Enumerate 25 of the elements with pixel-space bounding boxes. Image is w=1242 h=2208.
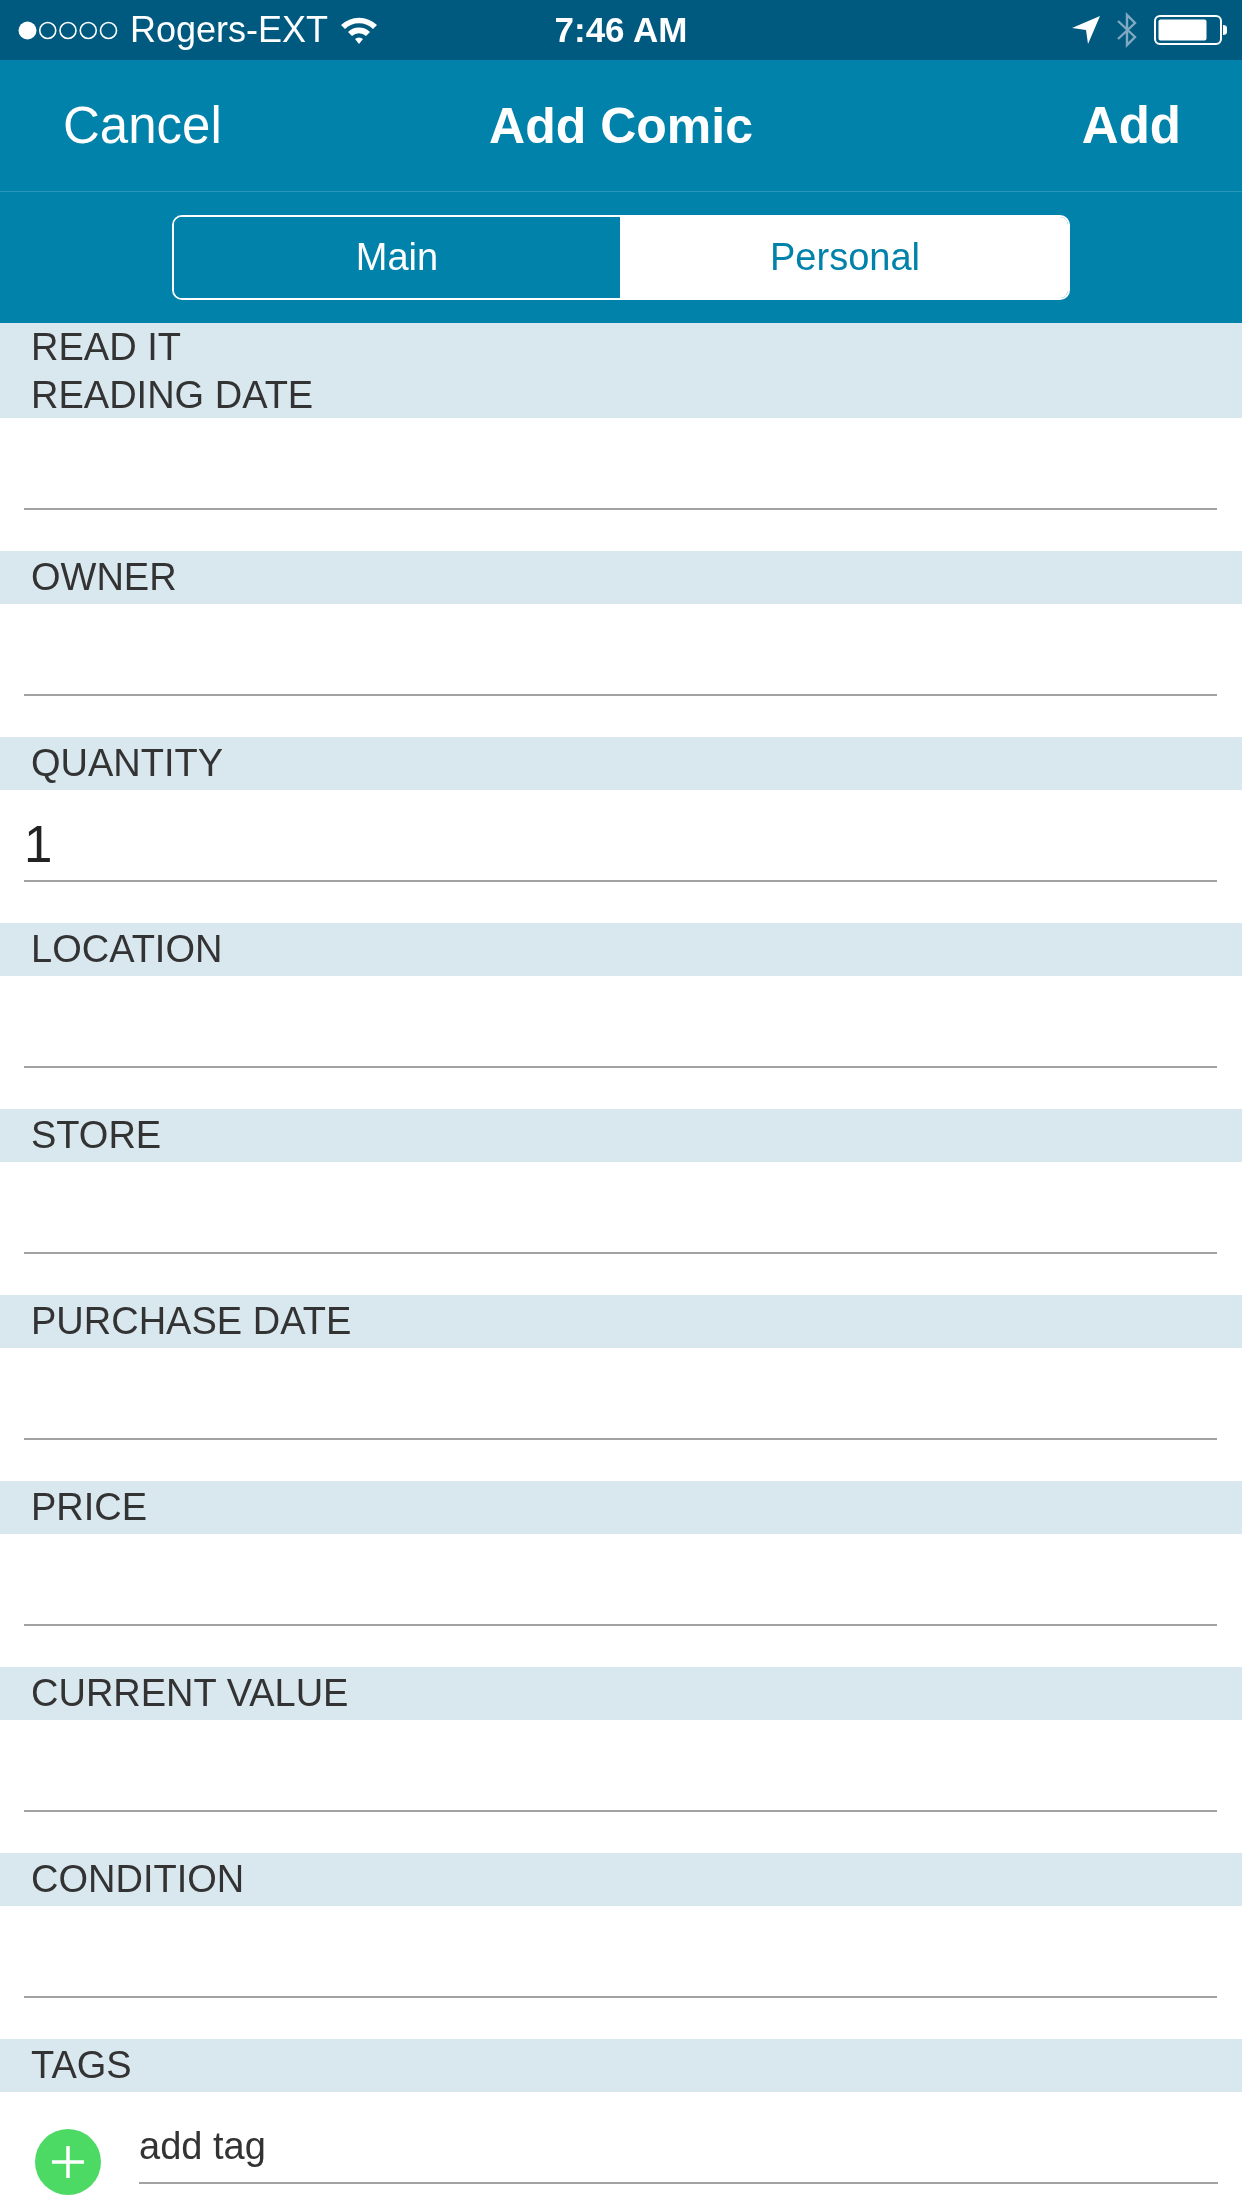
location-arrow-icon: [1072, 16, 1100, 44]
signal-dots-icon: [18, 20, 118, 40]
carrier-name: Rogers-EXT: [130, 9, 329, 51]
add-circle-icon[interactable]: [35, 2129, 101, 2195]
add-button[interactable]: Add: [1081, 96, 1181, 155]
section-label: QUANTITY: [31, 741, 225, 786]
section-label: TAGS: [31, 2043, 133, 2088]
segment-tab[interactable]: Personal: [620, 217, 1068, 298]
input-field[interactable]: 1: [24, 790, 1217, 882]
section-label: OWNER: [31, 555, 178, 600]
wifi-icon: [340, 16, 379, 44]
section-label: CONDITION: [31, 1857, 246, 1902]
section-label: LOCATION: [31, 927, 224, 972]
section-label: PRICE: [31, 1485, 149, 1530]
section-label: READ IT: [31, 325, 182, 370]
section-label: PURCHASE DATE: [31, 1299, 353, 1344]
section-label: CURRENT VALUE: [31, 1671, 350, 1716]
section-label: READING DATE: [31, 373, 315, 418]
status-time: 7:46 AM: [554, 10, 688, 50]
bluetooth-icon: [1116, 12, 1138, 48]
section-label: STORE: [31, 1113, 163, 1158]
cancel-button[interactable]: Cancel: [63, 96, 222, 155]
battery-icon: [1154, 15, 1228, 45]
screen-title: Add Comic: [489, 96, 753, 155]
add-tag-field[interactable]: add tag: [139, 2112, 1218, 2184]
